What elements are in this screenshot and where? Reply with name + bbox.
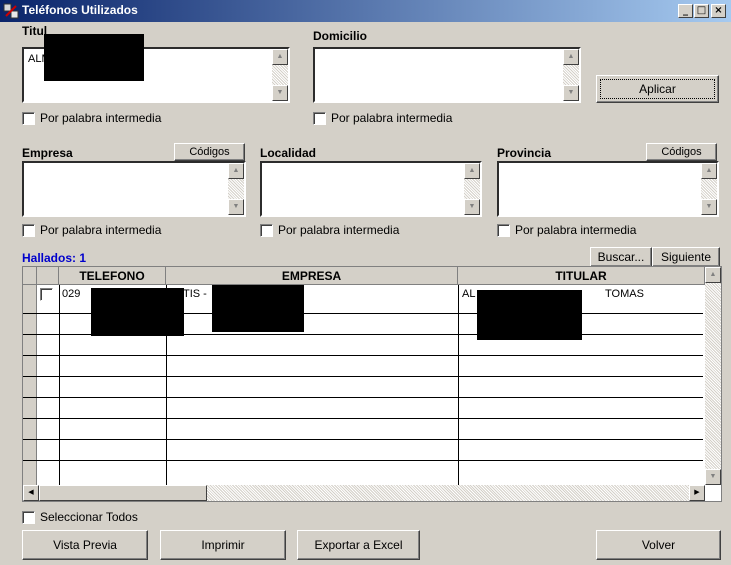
buscar-button[interactable]: Buscar... xyxy=(590,247,652,267)
app-icon xyxy=(3,3,19,19)
close-button[interactable]: × xyxy=(711,4,726,18)
scroll-down-icon[interactable]: ▼ xyxy=(228,199,244,215)
scroll-down-icon[interactable]: ▼ xyxy=(272,85,288,101)
cell-titular-start: AL xyxy=(462,288,476,300)
provincia-label: Provincia xyxy=(497,146,552,160)
scroll-down-icon[interactable]: ▼ xyxy=(705,469,721,485)
empresa-checkbox-label: Por palabra intermedia xyxy=(40,223,162,237)
localidad-checkbox[interactable] xyxy=(260,224,273,237)
imprimir-button[interactable]: Imprimir xyxy=(160,530,286,560)
header-titular[interactable]: TITULAR xyxy=(458,267,705,285)
cell-telefono: 029 xyxy=(62,288,81,300)
vista-previa-button[interactable]: Vista Previa xyxy=(22,530,148,560)
redaction-block xyxy=(44,34,144,81)
scroll-up-icon[interactable]: ▲ xyxy=(705,267,721,283)
titular-scrollbar[interactable]: ▲ ▼ xyxy=(272,49,288,101)
minimize-button[interactable]: _ xyxy=(678,4,693,18)
header-empresa[interactable]: EMPRESA xyxy=(166,267,458,285)
titular-checkbox[interactable] xyxy=(22,112,35,125)
grid-line xyxy=(23,460,703,461)
grid-line xyxy=(23,376,703,377)
scroll-left-icon[interactable]: ◀ xyxy=(23,485,39,501)
grid-line xyxy=(23,418,703,419)
row-header-corner xyxy=(23,267,37,285)
seleccionar-todos-label: Seleccionar Todos xyxy=(40,510,138,524)
scroll-down-icon[interactable]: ▼ xyxy=(563,85,579,101)
provincia-field[interactable]: ▲ ▼ xyxy=(497,161,719,217)
hallados-count: Hallados: 1 xyxy=(22,251,87,265)
seleccionar-todos-checkbox[interactable] xyxy=(22,511,35,524)
domicilio-field[interactable]: ▲ ▼ xyxy=(313,47,581,103)
grid-line xyxy=(458,285,459,485)
grid-horizontal-scrollbar[interactable]: ◀ ▶ xyxy=(23,485,705,501)
grid-line xyxy=(23,397,703,398)
provincia-checkbox[interactable] xyxy=(497,224,510,237)
grid-line xyxy=(23,439,703,440)
domicilio-checkbox[interactable] xyxy=(313,112,326,125)
redaction-block xyxy=(212,285,304,332)
empresa-checkbox[interactable] xyxy=(22,224,35,237)
empresa-scrollbar[interactable]: ▲ ▼ xyxy=(228,163,244,215)
grid-vertical-scrollbar[interactable]: ▲ ▼ xyxy=(705,267,721,485)
exportar-excel-button[interactable]: Exportar a Excel xyxy=(297,530,420,560)
scroll-right-icon[interactable]: ▶ xyxy=(689,485,705,501)
scroll-up-icon[interactable]: ▲ xyxy=(464,163,480,179)
header-telefono[interactable]: TELEFONO xyxy=(59,267,166,285)
empresa-codigos-button[interactable]: Códigos xyxy=(174,143,245,161)
localidad-checkbox-label: Por palabra intermedia xyxy=(278,223,400,237)
scroll-up-icon[interactable]: ▲ xyxy=(701,163,717,179)
volver-button[interactable]: Volver xyxy=(596,530,721,560)
provincia-codigos-button[interactable]: Códigos xyxy=(646,143,717,161)
scroll-up-icon[interactable]: ▲ xyxy=(563,49,579,65)
empresa-label: Empresa xyxy=(22,146,73,160)
domicilio-scrollbar[interactable]: ▲ ▼ xyxy=(563,49,579,101)
provincia-scrollbar[interactable]: ▲ ▼ xyxy=(701,163,717,215)
select-column-header xyxy=(37,267,59,285)
localidad-field[interactable]: ▲ ▼ xyxy=(260,161,482,217)
localidad-label: Localidad xyxy=(260,146,317,160)
scroll-up-icon[interactable]: ▲ xyxy=(272,49,288,65)
grid-line xyxy=(59,285,60,485)
scroll-down-icon[interactable]: ▼ xyxy=(701,199,717,215)
domicilio-label: Domicilio xyxy=(313,29,368,43)
cell-titular-end: TOMAS xyxy=(605,288,644,300)
domicilio-checkbox-label: Por palabra intermedia xyxy=(331,111,453,125)
siguiente-button[interactable]: Siguiente xyxy=(652,247,720,267)
scroll-thumb[interactable] xyxy=(39,485,207,501)
row-checkbox[interactable] xyxy=(40,288,53,301)
titular-checkbox-label: Por palabra intermedia xyxy=(40,111,162,125)
empresa-field[interactable]: ▲ ▼ xyxy=(22,161,246,217)
scroll-down-icon[interactable]: ▼ xyxy=(464,199,480,215)
window-title: Teléfonos Utilizados xyxy=(22,3,138,17)
row-selector-column[interactable] xyxy=(23,285,37,485)
aplicar-button[interactable]: Aplicar xyxy=(596,75,719,103)
redaction-block xyxy=(477,290,582,340)
maximize-button[interactable]: □ xyxy=(694,4,709,18)
scroll-up-icon[interactable]: ▲ xyxy=(228,163,244,179)
redaction-block xyxy=(91,288,184,336)
results-table[interactable]: TELEFONO EMPRESA TITULAR 029 TIS - AL TO… xyxy=(22,266,722,502)
title-bar[interactable]: Teléfonos Utilizados _ □ × xyxy=(0,0,731,22)
grid-line xyxy=(23,355,703,356)
localidad-scrollbar[interactable]: ▲ ▼ xyxy=(464,163,480,215)
provincia-checkbox-label: Por palabra intermedia xyxy=(515,223,637,237)
cell-empresa: TIS - xyxy=(183,288,207,300)
